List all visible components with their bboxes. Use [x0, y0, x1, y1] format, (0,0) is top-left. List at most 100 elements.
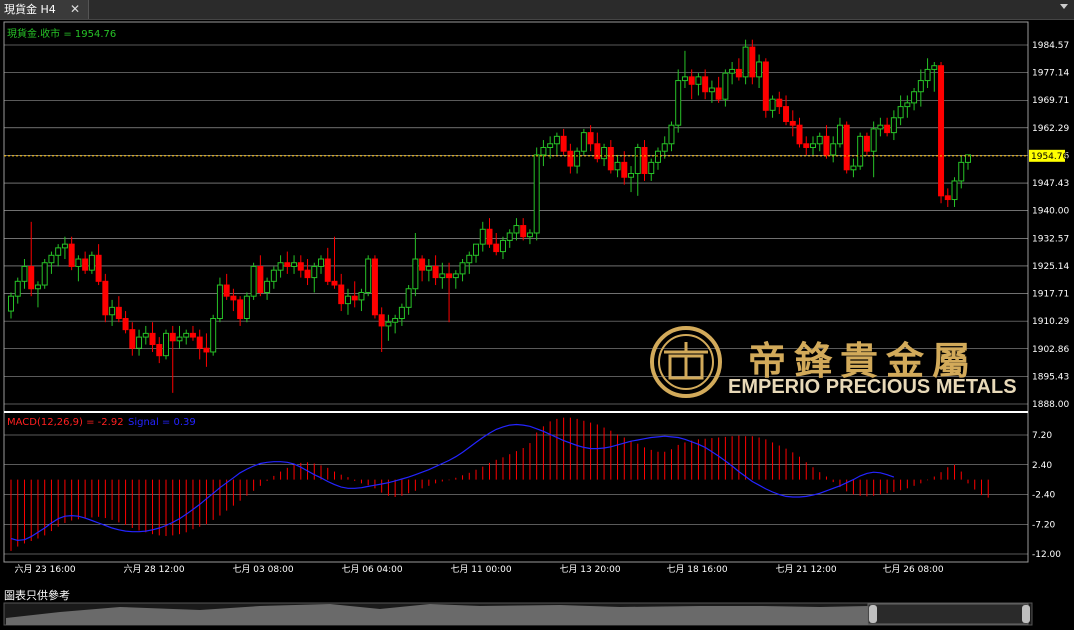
price-tick: 1969.71: [1032, 96, 1069, 106]
candle-body: [843, 124, 850, 171]
macd-tick: -2.40: [1032, 491, 1056, 501]
candle-body: [34, 284, 41, 290]
macd-tick: -12.00: [1032, 550, 1061, 560]
price-tick: 1932.57: [1032, 234, 1069, 244]
candle-body: [230, 295, 237, 301]
candle-body: [675, 80, 682, 126]
candle-body: [95, 254, 102, 282]
candle-body: [789, 120, 796, 126]
candle-body: [446, 273, 453, 279]
candle-body: [136, 336, 143, 349]
candle-body: [735, 68, 742, 78]
candle-body: [284, 262, 291, 267]
candle-body: [695, 76, 702, 85]
candle-body: [688, 76, 695, 85]
candle-body: [499, 239, 506, 253]
candle-body: [762, 61, 769, 111]
price-chart[interactable]: 1984.571977.141969.711962.291954.861947.…: [0, 0, 1074, 630]
price-tick: 1902.86: [1032, 345, 1069, 355]
candle-body: [21, 265, 28, 282]
candle-body: [749, 46, 756, 78]
candle-body: [365, 258, 372, 293]
candle-body: [641, 146, 648, 175]
candle-body: [102, 280, 109, 316]
candle-body: [264, 280, 271, 293]
price-tick: 1895.43: [1032, 372, 1069, 382]
candle-body: [776, 98, 783, 108]
candle-body: [358, 291, 365, 301]
candle-body: [863, 135, 870, 152]
candle-body: [681, 76, 688, 82]
chart-frame: [3, 21, 1029, 563]
candle-body: [708, 87, 715, 93]
candle-body: [115, 306, 122, 319]
candle-body: [520, 225, 527, 238]
candle-body: [311, 265, 318, 279]
candle-body: [601, 146, 608, 160]
time-tick: 七月 21 12:00: [775, 564, 836, 575]
candle-body: [951, 180, 958, 201]
candle-body: [648, 161, 655, 175]
candle-body: [938, 65, 945, 197]
candle-body: [473, 243, 480, 256]
candle-body: [715, 87, 722, 100]
candle-body: [338, 284, 345, 305]
candle-body: [75, 258, 82, 267]
candle-body: [931, 65, 938, 70]
scroll-window[interactable]: [867, 603, 1029, 625]
candle-body: [803, 143, 810, 148]
candle-body: [176, 336, 183, 342]
candle-body: [8, 295, 14, 312]
candle-body: [452, 273, 459, 279]
candle-body: [129, 329, 136, 349]
candle-body: [574, 150, 581, 167]
candle-body: [594, 143, 601, 160]
price-tick: 1947.43: [1032, 179, 1069, 189]
candle-body: [958, 161, 965, 182]
candle-body: [385, 321, 392, 327]
candle-body: [439, 273, 446, 279]
macd-tick: 2.40: [1032, 461, 1052, 471]
candle-body: [270, 269, 277, 282]
brand-emblem: [650, 326, 722, 398]
candle-body: [412, 258, 419, 290]
candle-body: [149, 332, 156, 346]
price-tick: 1962.29: [1032, 124, 1069, 134]
price-axis[interactable]: 1984.571977.141969.711962.291954.861947.…: [1032, 41, 1069, 410]
candle-body: [729, 68, 736, 74]
scroll-handle-right[interactable]: [1022, 605, 1030, 623]
candle-body: [702, 76, 709, 93]
candle-body: [769, 98, 776, 111]
candle-body: [331, 280, 338, 286]
price-tick: 1925.14: [1032, 262, 1069, 272]
candle-body: [14, 280, 21, 297]
candle-body: [580, 132, 587, 152]
scroll-handle-left[interactable]: [869, 605, 877, 623]
candle-body: [163, 332, 170, 357]
candle-body: [540, 146, 547, 156]
time-tick: 七月 18 16:00: [666, 564, 727, 575]
candle-body: [318, 258, 325, 267]
candle-body: [297, 262, 304, 271]
candle-body: [324, 258, 331, 282]
candle-body: [419, 258, 426, 271]
candle-body: [533, 154, 540, 234]
candle-body: [109, 306, 116, 316]
candle-body: [304, 269, 311, 279]
candle-body: [493, 243, 500, 253]
candle-body: [196, 336, 203, 349]
candle-body: [486, 228, 493, 245]
candle-body: [526, 232, 533, 238]
candle-body: [911, 91, 918, 104]
candle-body: [479, 228, 486, 245]
time-tick: 七月 26 08:00: [882, 564, 943, 575]
macd-tick: 7.20: [1032, 431, 1052, 441]
macd-axis[interactable]: 7.20 2.40 -2.40 -7.20 -12.00: [1032, 431, 1061, 560]
candle-body: [459, 262, 466, 275]
candle-body: [836, 124, 843, 145]
time-axis[interactable]: 六月 23 16:00 六月 28 12:00 七月 03 08:00 七月 06 0…: [14, 563, 943, 575]
logo-english: EMPERIO PRECIOUS METALS: [728, 376, 1017, 398]
candle-body: [392, 317, 399, 323]
candle-body: [257, 265, 264, 293]
candle-body: [88, 254, 95, 271]
